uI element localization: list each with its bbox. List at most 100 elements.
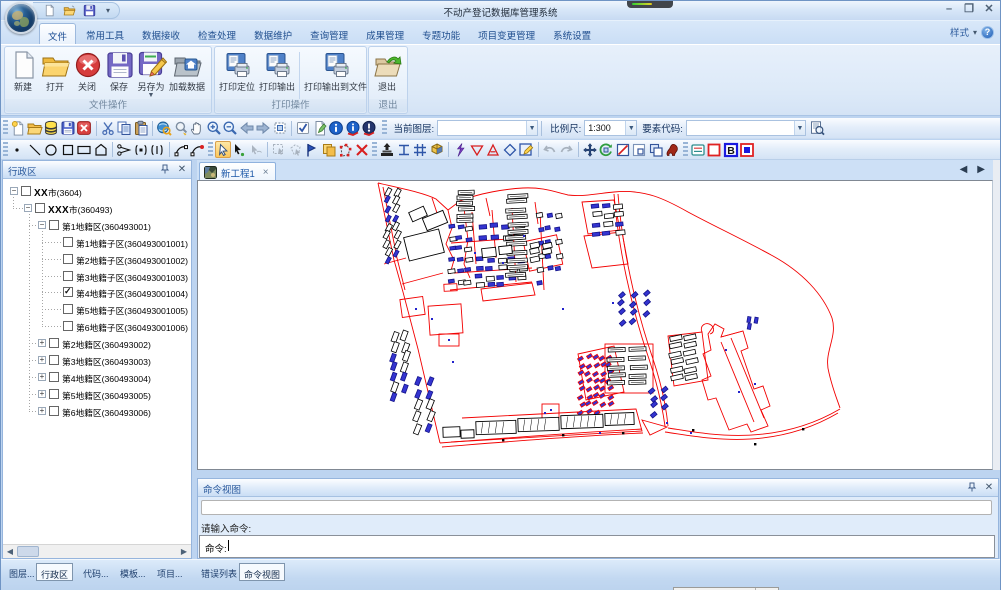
tree-checkbox[interactable] bbox=[49, 355, 59, 365]
restore-button[interactable]: ❐ bbox=[962, 3, 976, 15]
tree-item-label[interactable]: 第4地籍子区(360493001004) bbox=[76, 287, 188, 300]
redo-icon[interactable] bbox=[558, 141, 575, 158]
collapse-icon[interactable]: − bbox=[24, 204, 32, 212]
nav-back-icon[interactable] bbox=[239, 120, 256, 137]
tree-checkbox[interactable] bbox=[21, 186, 31, 196]
stamp-up-icon[interactable] bbox=[379, 141, 396, 158]
ribbon-button[interactable]: 关闭 bbox=[71, 48, 103, 100]
ribbon-button[interactable]: 打开 bbox=[39, 48, 71, 100]
tree-checkbox[interactable] bbox=[63, 304, 73, 314]
ribbon-tab-6[interactable]: 查询管理 bbox=[302, 23, 356, 44]
floppy-icon[interactable] bbox=[60, 120, 77, 137]
draw-rect-icon[interactable] bbox=[76, 141, 93, 158]
tree-checkbox[interactable] bbox=[35, 203, 45, 213]
chevron-down-icon[interactable]: ▼ bbox=[625, 121, 636, 135]
tree-item-label[interactable]: 第5地籍子区(360493001005) bbox=[76, 304, 188, 317]
doc-pencil-icon[interactable] bbox=[312, 120, 329, 137]
status-tab[interactable]: 模板... bbox=[116, 563, 150, 581]
save-file-icon[interactable] bbox=[83, 4, 97, 18]
ribbon-button[interactable]: 新建 bbox=[7, 48, 39, 100]
tree-checkbox[interactable] bbox=[63, 237, 73, 247]
undo-icon[interactable] bbox=[542, 141, 559, 158]
find-globe-icon[interactable] bbox=[156, 120, 173, 137]
tree-checkbox[interactable] bbox=[49, 406, 59, 416]
ribbon-button[interactable]: 加载数据 bbox=[167, 48, 207, 100]
vertex-pen-icon[interactable] bbox=[173, 141, 190, 158]
open-folder-icon[interactable] bbox=[27, 120, 44, 137]
tree-checkbox[interactable] bbox=[49, 389, 59, 399]
tree-checkbox[interactable] bbox=[49, 372, 59, 382]
sq-bluefill-icon[interactable] bbox=[739, 141, 756, 158]
tree-checkbox[interactable] bbox=[63, 321, 73, 331]
new-file-icon[interactable] bbox=[10, 120, 27, 137]
tree-item-label[interactable]: XXX市(360493) bbox=[48, 203, 112, 216]
tree-item-label[interactable]: XX市(3604) bbox=[34, 186, 82, 199]
status-tab[interactable]: 行政区 bbox=[36, 563, 73, 581]
document-tab[interactable]: 新工程1 × bbox=[199, 162, 276, 180]
scroll-right-icon[interactable]: ▶ bbox=[178, 546, 190, 558]
command-input[interactable]: 命令: bbox=[199, 535, 995, 558]
flag-blue-icon[interactable] bbox=[304, 141, 321, 158]
qat-more-icon[interactable]: ▾ bbox=[103, 7, 113, 15]
draw-circle-icon[interactable] bbox=[43, 141, 60, 158]
find-code-icon[interactable] bbox=[809, 120, 826, 137]
tree-checkbox[interactable]: ✓ bbox=[63, 287, 73, 297]
close-button[interactable]: ✕ bbox=[982, 3, 996, 15]
current-layer-combo[interactable]: ▼ bbox=[437, 120, 538, 136]
tri-a-icon[interactable] bbox=[485, 141, 502, 158]
diamond-icon[interactable] bbox=[502, 141, 519, 158]
status-tab[interactable]: 命令视图 bbox=[239, 563, 285, 581]
split-h1-icon[interactable] bbox=[133, 141, 150, 158]
ribbon-tab-3[interactable]: 数据接收 bbox=[134, 23, 188, 44]
tree-item-label[interactable]: 第3地籍子区(360493001003) bbox=[76, 271, 188, 284]
pick-arrow-gray-icon[interactable] bbox=[248, 141, 265, 158]
pick-arrow-icon[interactable] bbox=[231, 141, 248, 158]
scrollbar-thumb[interactable] bbox=[17, 546, 39, 557]
tab-nav-prev-icon[interactable]: ◀ bbox=[960, 164, 968, 175]
list-box-icon[interactable] bbox=[690, 141, 707, 158]
ribbon-tab-1[interactable]: 文件 bbox=[39, 23, 76, 44]
feature-code-combo[interactable]: ▼ bbox=[686, 120, 806, 136]
collapse-icon[interactable]: − bbox=[38, 221, 46, 229]
panel-close-icon[interactable]: ✕ bbox=[983, 481, 995, 493]
tree-checkbox[interactable] bbox=[49, 338, 59, 348]
rotate-green-icon[interactable] bbox=[598, 141, 615, 158]
info-check-icon[interactable] bbox=[345, 120, 362, 137]
pin-icon[interactable] bbox=[159, 163, 171, 175]
ribbon-tab-5[interactable]: 数据维护 bbox=[246, 23, 300, 44]
close-red-icon[interactable] bbox=[76, 120, 93, 137]
map-canvas[interactable] bbox=[197, 180, 993, 470]
split-h2-icon[interactable] bbox=[149, 141, 166, 158]
sq-overlap-icon[interactable] bbox=[648, 141, 665, 158]
split-cut-icon[interactable] bbox=[116, 141, 133, 158]
chevron-down-icon[interactable]: ▼ bbox=[794, 121, 805, 135]
tree-item-label[interactable]: 第2地籍区(360493002) bbox=[62, 338, 151, 351]
select-poly-gray-icon[interactable] bbox=[288, 141, 305, 158]
tri-down-icon[interactable] bbox=[469, 141, 486, 158]
z-rect-icon[interactable] bbox=[615, 141, 632, 158]
tree-item-label[interactable]: 第6地籍子区(360493001006) bbox=[76, 321, 188, 334]
zoom-query-icon[interactable] bbox=[173, 120, 190, 137]
vertex-pen2-icon[interactable] bbox=[189, 141, 206, 158]
expand-icon[interactable]: + bbox=[38, 373, 46, 381]
style-button[interactable]: 样式 ▾ bbox=[950, 25, 977, 39]
tree-checkbox[interactable] bbox=[63, 254, 73, 264]
minimize-button[interactable]: – bbox=[942, 3, 956, 15]
select-rect-gray-icon[interactable] bbox=[271, 141, 288, 158]
info-icon[interactable] bbox=[328, 120, 345, 137]
document-tab-close-icon[interactable]: × bbox=[263, 167, 269, 178]
sq-red-icon[interactable] bbox=[706, 141, 723, 158]
wolf-icon[interactable] bbox=[664, 141, 681, 158]
zoom-out-icon[interactable] bbox=[222, 120, 239, 137]
sq-b-icon[interactable]: B bbox=[723, 141, 740, 158]
delete-x-icon[interactable] bbox=[354, 141, 371, 158]
new-file-icon[interactable] bbox=[43, 4, 57, 18]
pan-hand-icon[interactable] bbox=[189, 120, 206, 137]
ribbon-tab-8[interactable]: 专题功能 bbox=[414, 23, 468, 44]
expand-icon[interactable]: + bbox=[38, 407, 46, 415]
move-cross-icon[interactable] bbox=[582, 141, 599, 158]
expand-icon[interactable]: + bbox=[38, 390, 46, 398]
open-file-icon[interactable] bbox=[63, 4, 77, 18]
zoom-extent-icon[interactable] bbox=[272, 120, 289, 137]
ribbon-tab-4[interactable]: 检查处理 bbox=[190, 23, 244, 44]
